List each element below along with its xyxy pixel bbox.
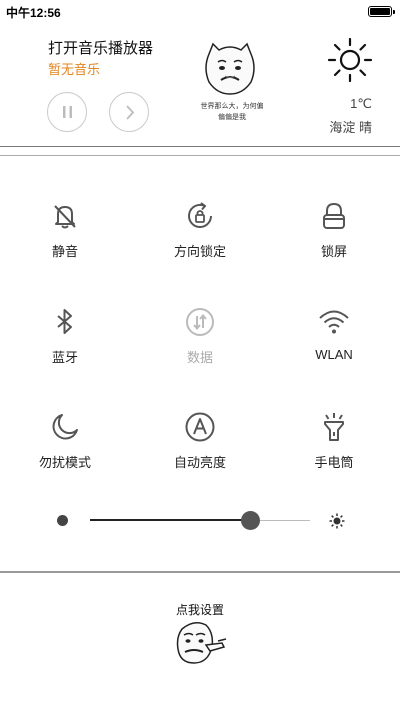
toggle-mobile-data[interactable]: 数据 [150,306,250,386]
weather-location: 海淀 晴 [329,120,372,135]
toggle-mute[interactable]: 静音 [15,200,115,280]
toggle-do-not-disturb[interactable]: 勿扰模式 [15,411,115,491]
slider-fill [90,519,251,521]
toggle-label: 锁屏 [320,244,347,259]
toggle-label: 方向锁定 [173,244,226,259]
divider [0,571,400,573]
rotation-lock-icon [188,202,212,228]
settings-link[interactable]: 点我设置 [170,601,230,618]
pause-icon [63,106,72,118]
toggle-label: WLAN [315,347,353,362]
temperature: 1℃ [350,96,372,111]
mobile-data-icon [186,308,214,336]
toggle-label: 数据 [186,350,213,365]
meme-face-image [205,42,255,95]
pause-button[interactable] [47,92,87,132]
dot-icon [57,515,68,526]
bluetooth-icon [57,309,72,334]
bell-off-icon [54,205,76,229]
toggle-label: 手电筒 [314,455,354,470]
toggle-rotation-lock[interactable]: 方向锁定 [150,200,250,280]
chevron-right-icon [126,105,135,120]
toggle-wlan[interactable]: WLAN [284,306,384,386]
brightness-slider[interactable] [0,505,400,535]
music-status: 暂无音乐 [48,62,101,77]
toggle-bluetooth[interactable]: 蓝牙 [15,306,115,386]
status-time: 中午12:56 [6,6,61,20]
moon-icon [52,414,78,440]
lock-icon [323,202,345,229]
sun-small-icon [329,513,345,529]
auto-brightness-icon [185,412,215,442]
toggle-label: 勿扰模式 [38,455,91,470]
toggle-lock-screen[interactable]: 锁屏 [284,200,384,280]
status-bar: 中午12:56 [0,0,400,22]
sun-icon [327,37,373,83]
toggle-label: 自动亮度 [173,455,226,470]
divider [0,146,400,156]
slider-thumb[interactable] [241,511,261,530]
toggle-flashlight[interactable]: 手电筒 [284,411,384,491]
flashlight-icon [324,413,344,441]
music-player-title[interactable]: 打开音乐播放器 [48,37,153,58]
meme-pointing-face-image [176,622,227,664]
toggle-auto-brightness[interactable]: 自动亮度 [150,411,250,491]
meme-caption: 世界那么大，为何偏 偏偏是我 [200,103,264,121]
battery-icon [368,6,395,17]
toggle-label: 蓝牙 [51,350,78,365]
next-track-button[interactable] [109,92,149,132]
wifi-icon [319,310,349,334]
toggle-label: 静音 [51,244,78,259]
